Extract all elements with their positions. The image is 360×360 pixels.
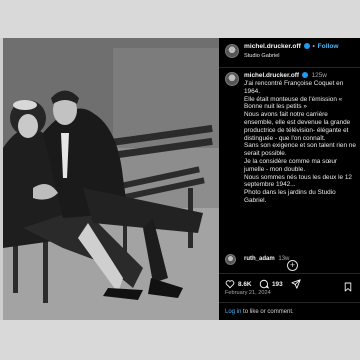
caption-avatar[interactable]: [225, 72, 239, 86]
commenter-row: ruth_adam 13w: [244, 256, 289, 262]
comment-preview: ruth_adam 13w: [219, 254, 360, 266]
page-background-top: [0, 0, 360, 38]
follow-button[interactable]: Follow: [318, 43, 339, 50]
post-date: February 21, 2024: [225, 290, 271, 296]
action-bar: 8.6K 193: [219, 273, 360, 292]
author-avatar[interactable]: [225, 44, 239, 58]
share-button[interactable]: [291, 279, 304, 289]
caption-username-row: michel.drucker.off 125w: [244, 72, 327, 79]
post-photo: [3, 38, 219, 320]
comment-count: 193: [272, 280, 283, 288]
login-footer-text: Log in to like or comment.: [225, 309, 294, 315]
verified-icon: [303, 43, 310, 50]
login-link[interactable]: Log in: [225, 309, 241, 315]
caption-block: michel.drucker.off 125w J'ai rencontré F…: [219, 68, 360, 283]
post-side-panel: michel.drucker.off • Follow Studio Gabri…: [219, 38, 360, 320]
like-count: 8.6K: [238, 280, 252, 288]
caption-username[interactable]: michel.drucker.off: [244, 72, 299, 79]
login-footer: Log in to like or comment.: [219, 302, 360, 320]
comment-button[interactable]: 193: [259, 279, 283, 289]
photo-image: [3, 38, 219, 320]
login-footer-rest: to like or comment.: [241, 309, 294, 315]
commenter-avatar[interactable]: [225, 254, 236, 265]
post-header: michel.drucker.off • Follow Studio Gabri…: [219, 38, 360, 68]
comment-time: 13w: [278, 256, 290, 262]
header-username[interactable]: michel.drucker.off: [244, 43, 301, 50]
comment-icon: [259, 279, 269, 289]
page-background-bottom: [0, 320, 360, 360]
caption-text: J'ai rencontré Françoise Coquet en 1964.…: [244, 80, 356, 204]
share-icon: [291, 279, 301, 289]
save-button[interactable]: [344, 279, 352, 297]
commenter-username[interactable]: ruth_adam: [244, 256, 275, 262]
bookmark-icon: [344, 282, 352, 292]
location-link[interactable]: Studio Gabriel: [244, 53, 279, 59]
instagram-post-modal: michel.drucker.off • Follow Studio Gabri…: [3, 38, 360, 320]
header-username-row: michel.drucker.off • Follow: [244, 43, 339, 50]
verified-icon: [301, 72, 308, 79]
separator-dot: •: [312, 43, 315, 50]
caption-time: 125w: [311, 72, 327, 79]
like-button[interactable]: 8.6K: [225, 279, 252, 289]
heart-icon: [225, 280, 235, 289]
